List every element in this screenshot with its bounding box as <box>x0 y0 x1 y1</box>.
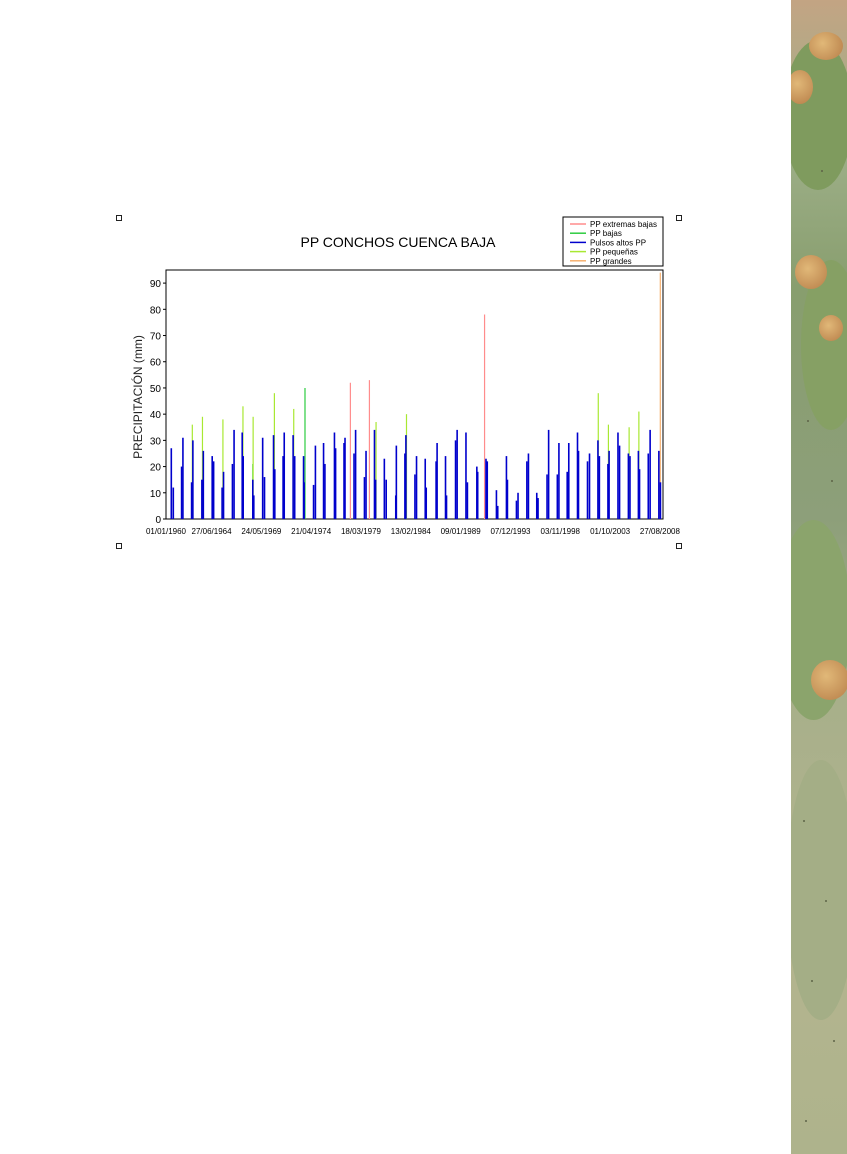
x-tick-label: 13/02/1984 <box>391 527 432 536</box>
y-tick-label: 80 <box>150 305 162 316</box>
y-tick-label: 0 <box>155 515 161 526</box>
data-bars <box>170 272 662 519</box>
y-tick-label: 90 <box>150 279 162 290</box>
legend-label: PP bajas <box>590 229 622 238</box>
x-tick-label: 07/12/1993 <box>490 527 531 536</box>
y-axis: 0 10 20 30 40 50 60 70 80 90 <box>150 279 166 526</box>
y-tick-label: 10 <box>150 489 162 500</box>
x-axis: 01/01/1960 27/06/1964 24/05/1969 21/04/1974… <box>146 527 681 536</box>
y-tick-label: 50 <box>150 384 162 395</box>
x-tick-label: 01/01/1960 <box>146 527 187 536</box>
x-tick-label: 27/06/1964 <box>192 527 233 536</box>
y-tick-label: 70 <box>150 332 162 343</box>
y-tick-label: 60 <box>150 358 162 369</box>
legend-label: PP pequeñas <box>590 248 638 257</box>
x-tick-label: 24/05/1969 <box>241 527 282 536</box>
cactus-photo-strip <box>791 0 847 1154</box>
x-tick-label: 09/01/1989 <box>441 527 482 536</box>
x-tick-label: 18/03/1979 <box>341 527 382 536</box>
x-tick-label: 27/08/2008 <box>640 527 681 536</box>
x-tick-label: 01/10/2003 <box>590 527 631 536</box>
legend-label: Pulsos altos PP <box>590 238 646 247</box>
legend-label: PP extremas bajas <box>590 220 657 229</box>
legend-label: PP grandes <box>590 257 632 266</box>
chart-title: PP CONCHOS CUENCA BAJA <box>300 234 496 250</box>
y-axis-label: PRECIPITACIÓN (mm) <box>130 335 145 459</box>
y-tick-label: 30 <box>150 436 162 447</box>
chart-object[interactable]: PP CONCHOS CUENCA BAJA PP extremas bajas… <box>116 215 682 549</box>
precipitation-chart: PP CONCHOS CUENCA BAJA PP extremas bajas… <box>130 216 681 536</box>
x-tick-label: 21/04/1974 <box>291 527 332 536</box>
y-tick-label: 20 <box>150 463 162 474</box>
document-page: PP CONCHOS CUENCA BAJA PP extremas bajas… <box>0 0 791 1154</box>
legend-box: PP extremas bajasPP bajasPulsos altos PP… <box>562 216 664 267</box>
y-tick-label: 40 <box>150 410 162 421</box>
x-tick-label: 03/11/1998 <box>541 527 581 536</box>
